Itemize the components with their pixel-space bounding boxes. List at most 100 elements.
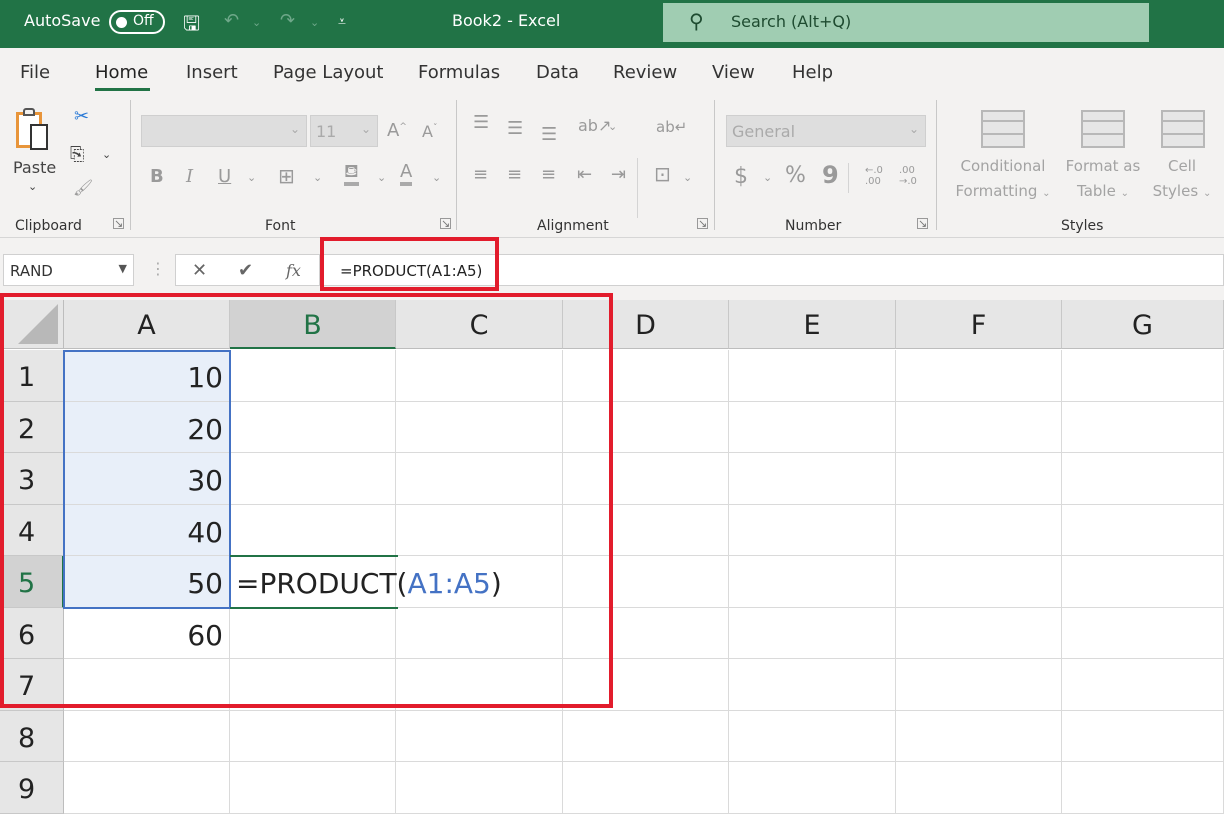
decrease-indent-icon[interactable]: ⇤ [577, 164, 592, 185]
align-left-icon[interactable]: ≡ [473, 164, 488, 185]
borders-icon[interactable]: ⊞ [278, 164, 295, 188]
currency-button[interactable]: $ [734, 164, 748, 189]
increase-decimal-icon[interactable]: ←.0.00 [865, 165, 883, 187]
comma-style-button[interactable]: 9 [822, 161, 839, 189]
increase-font-size-icon[interactable]: A^ [387, 120, 407, 141]
cell-g6[interactable] [1062, 607, 1224, 659]
merge-dropdown-icon[interactable]: ⌄ [683, 171, 692, 184]
paste-button-label[interactable]: Paste [13, 158, 56, 177]
merge-center-icon[interactable]: ⊡ [654, 162, 671, 186]
cell-styles-button[interactable]: Cell Styles ⌄ [1146, 154, 1218, 206]
cancel-icon[interactable]: ✕ [192, 260, 207, 281]
cell-f9[interactable] [896, 762, 1062, 814]
column-header-f[interactable]: F [896, 300, 1062, 349]
paste-icon[interactable] [16, 108, 60, 158]
cell-f6[interactable] [896, 607, 1062, 659]
clipboard-launcher-icon[interactable]: ↘ [113, 218, 124, 229]
orientation-dropdown-icon[interactable]: ⌄ [608, 120, 617, 133]
tab-page-layout[interactable]: Page Layout [273, 62, 384, 83]
cell-e4[interactable] [729, 504, 896, 556]
currency-dropdown-icon[interactable]: ⌄ [763, 171, 772, 184]
borders-dropdown-icon[interactable]: ⌄ [313, 171, 322, 184]
bold-button[interactable]: B [150, 166, 164, 187]
cell-a9[interactable] [64, 762, 230, 814]
conditional-formatting-button[interactable]: Conditional Formatting ⌄ [948, 154, 1058, 206]
font-name-dropdown[interactable]: ⌄ [141, 115, 307, 147]
tab-file[interactable]: File [20, 62, 50, 83]
wrap-text-icon[interactable]: ab↵ [656, 118, 687, 136]
fill-color-icon[interactable]: ⛾ [344, 162, 359, 186]
tab-formulas[interactable]: Formulas [418, 62, 500, 83]
name-box[interactable]: RAND ▼ [3, 254, 134, 286]
formula-bar-grip-icon[interactable]: ⋮ [150, 259, 166, 278]
cell-f2[interactable] [896, 401, 1062, 453]
fill-color-dropdown-icon[interactable]: ⌄ [377, 171, 386, 184]
cell-b9[interactable] [230, 762, 396, 814]
tab-data[interactable]: Data [536, 62, 579, 83]
cell-f8[interactable] [896, 710, 1062, 762]
increase-indent-icon[interactable]: ⇥ [611, 164, 626, 185]
cell-e7[interactable] [729, 659, 896, 711]
tab-home[interactable]: Home [95, 62, 148, 83]
number-format-dropdown[interactable]: General ⌄ [726, 115, 926, 147]
column-header-g[interactable]: G [1062, 300, 1224, 349]
format-painter-icon[interactable]: 🖌 [73, 178, 93, 197]
cell-d9[interactable] [563, 762, 729, 814]
underline-dropdown-icon[interactable]: ⌄ [247, 171, 256, 184]
cell-f7[interactable] [896, 659, 1062, 711]
cell-e9[interactable] [729, 762, 896, 814]
top-align-icon[interactable]: ☰ [473, 112, 489, 133]
cell-g9[interactable] [1062, 762, 1224, 814]
font-size-dropdown[interactable]: 11 ⌄ [310, 115, 378, 147]
cell-g3[interactable] [1062, 453, 1224, 505]
cut-icon[interactable]: ✂ [74, 106, 89, 127]
cell-e8[interactable] [729, 710, 896, 762]
insert-function-icon[interactable]: fx [286, 261, 301, 280]
cell-f3[interactable] [896, 453, 1062, 505]
cell-c8[interactable] [396, 710, 563, 762]
undo-icon[interactable]: ↶ [224, 10, 239, 31]
cell-g2[interactable] [1062, 401, 1224, 453]
row-header-9[interactable]: 9 [0, 762, 64, 814]
italic-button[interactable]: I [186, 166, 193, 187]
row-header-8[interactable]: 8 [0, 710, 64, 762]
font-color-icon[interactable]: A [400, 162, 413, 186]
middle-align-icon[interactable]: ☰ [507, 118, 523, 139]
cell-e3[interactable] [729, 453, 896, 505]
align-center-icon[interactable]: ≡ [507, 164, 522, 185]
cell-f1[interactable] [896, 350, 1062, 402]
cell-f4[interactable] [896, 504, 1062, 556]
decrease-font-size-icon[interactable]: Aˇ [422, 122, 437, 141]
cell-g8[interactable] [1062, 710, 1224, 762]
enter-icon[interactable]: ✔ [238, 260, 253, 281]
tab-view[interactable]: View [712, 62, 755, 83]
cell-b8[interactable] [230, 710, 396, 762]
cell-f5[interactable] [896, 556, 1062, 608]
font-launcher-icon[interactable]: ↘ [440, 218, 451, 229]
format-as-table-button[interactable]: Format as Table ⌄ [1060, 154, 1146, 206]
column-header-e[interactable]: E [729, 300, 896, 349]
copy-icon[interactable]: ⎘ [70, 144, 84, 165]
cell-e6[interactable] [729, 607, 896, 659]
tab-review[interactable]: Review [613, 62, 677, 83]
underline-button[interactable]: U [218, 166, 231, 187]
cell-g5[interactable] [1062, 556, 1224, 608]
save-icon[interactable]: 🖫 [183, 9, 200, 43]
cell-d8[interactable] [563, 710, 729, 762]
autosave-toggle[interactable]: Off [109, 10, 165, 34]
orientation-icon[interactable]: ab↗ [578, 116, 611, 135]
align-right-icon[interactable]: ≡ [541, 164, 556, 185]
name-box-dropdown-icon[interactable]: ▼ [119, 262, 127, 275]
cell-e2[interactable] [729, 401, 896, 453]
number-launcher-icon[interactable]: ↘ [917, 218, 928, 229]
customize-qat-icon[interactable]: ⩡ [338, 14, 346, 30]
paste-dropdown-icon[interactable]: ⌄ [28, 180, 37, 193]
cell-e1[interactable] [729, 350, 896, 402]
tab-help[interactable]: Help [792, 62, 833, 83]
bottom-align-icon[interactable]: ☰ [541, 124, 557, 145]
redo-icon[interactable]: ↷ [280, 10, 295, 31]
cell-c9[interactable] [396, 762, 563, 814]
copy-dropdown-icon[interactable]: ⌄ [102, 148, 111, 161]
decrease-decimal-icon[interactable]: .00 →.0 [899, 165, 917, 187]
cell-g7[interactable] [1062, 659, 1224, 711]
